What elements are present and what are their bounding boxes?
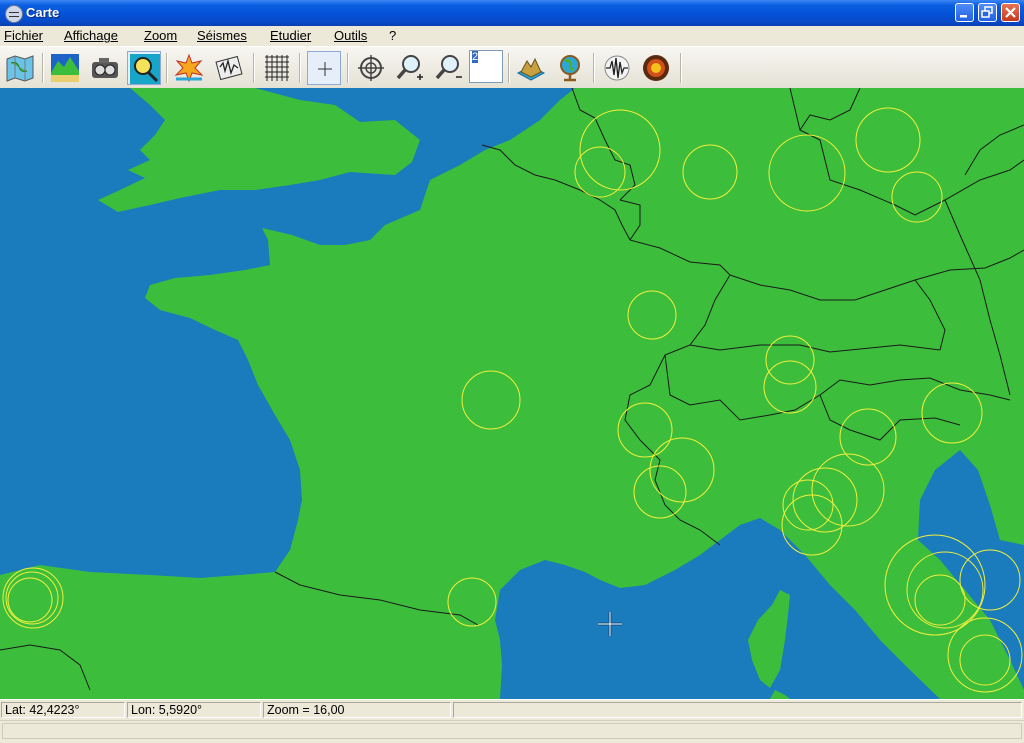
grid-icon <box>265 55 289 81</box>
app-icon <box>5 5 23 23</box>
landscape-button[interactable] <box>48 51 82 85</box>
window-title: Carte <box>26 5 60 20</box>
menu-help[interactable]: ? <box>389 28 396 43</box>
status-longitude: Lon: 5,5920° <box>127 702 261 718</box>
zoom-out-icon <box>435 55 462 80</box>
menu-fichier[interactable]: Fichier <box>4 28 43 43</box>
menu-affichage[interactable]: Affichage <box>64 28 118 43</box>
earth-core-button[interactable] <box>639 51 673 85</box>
seismogram-button[interactable] <box>600 51 634 85</box>
restore-icon <box>981 6 993 18</box>
earth-core-icon <box>643 55 669 81</box>
select-zone-button[interactable] <box>127 51 161 85</box>
camera-icon <box>92 58 118 78</box>
map-icon <box>6 55 34 82</box>
minimize-icon <box>960 15 967 18</box>
zoom-step-input[interactable]: 2 <box>469 50 503 83</box>
menu-etudier[interactable]: Etudier <box>270 28 311 43</box>
menu-seismes[interactable]: Séismes <box>197 28 247 43</box>
menu-zoom[interactable]: Zoom <box>144 28 177 43</box>
close-button[interactable] <box>1001 3 1020 22</box>
seismogram-icon <box>604 55 630 81</box>
crosshair-button[interactable] <box>307 51 341 85</box>
map-button[interactable] <box>3 51 37 85</box>
camera-button[interactable] <box>88 51 122 85</box>
status-zoom: Zoom = 16,00 <box>263 702 451 718</box>
seismograph-button[interactable] <box>212 51 246 85</box>
zoom-out-button[interactable] <box>432 51 466 85</box>
relief-3d-button[interactable] <box>514 51 548 85</box>
globe-icon <box>560 55 580 82</box>
crosshair-icon <box>318 62 332 76</box>
map-canvas[interactable] <box>0 88 1024 699</box>
globe-button[interactable] <box>553 51 587 85</box>
close-icon <box>1005 7 1016 18</box>
maximize-button[interactable] <box>978 3 997 22</box>
menu-outils[interactable]: Outils <box>334 28 367 43</box>
title-bar: Carte <box>0 0 1024 26</box>
zoom-step-value: 2 <box>472 51 479 63</box>
status-bar: Lat: 42,4223° Lon: 5,5920° Zoom = 16,00 <box>0 699 1024 720</box>
grid-button[interactable] <box>260 51 294 85</box>
zoom-in-button[interactable] <box>393 51 427 85</box>
toolbar <box>0 46 1024 90</box>
earthquake-button[interactable] <box>172 51 206 85</box>
menu-bar: Fichier Affichage Zoom Séismes Etudier O… <box>0 26 1024 46</box>
target-icon <box>358 55 384 81</box>
landscape-icon <box>51 54 79 82</box>
crosshair-cursor <box>598 612 622 636</box>
magnifier-select-icon <box>130 54 160 84</box>
relief-3d-icon <box>516 57 546 81</box>
landmasses <box>0 88 1024 699</box>
status-latitude: Lat: 42,4223° <box>1 702 125 718</box>
seismograph-paper-icon <box>215 55 243 81</box>
earthquake-explosion-icon <box>174 53 204 83</box>
status-empty <box>453 702 1022 718</box>
minimize-button[interactable] <box>955 3 974 22</box>
map-view[interactable] <box>0 88 1024 699</box>
center-target-button[interactable] <box>354 51 388 85</box>
zoom-in-icon <box>396 55 423 80</box>
bottom-strip <box>0 720 1024 743</box>
